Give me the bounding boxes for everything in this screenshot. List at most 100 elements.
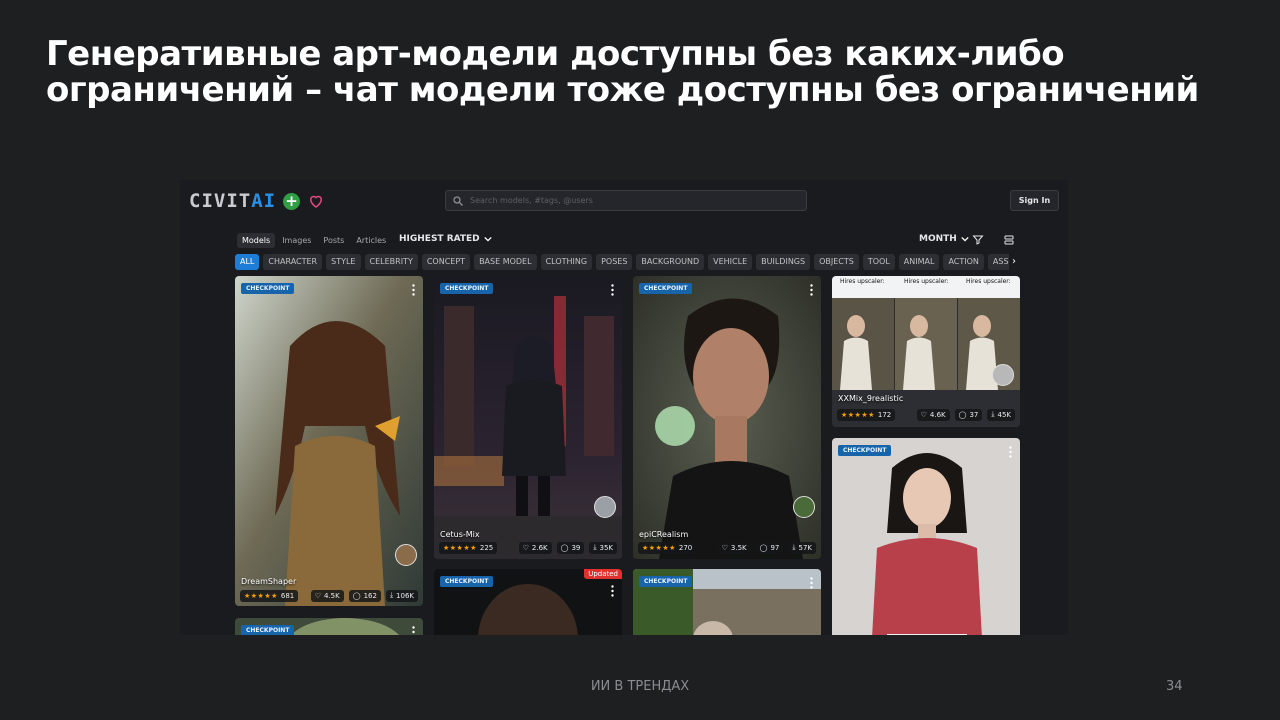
heart-icon: ♡ bbox=[314, 591, 321, 600]
layout-icon[interactable] bbox=[1003, 234, 1015, 246]
creator-avatar[interactable] bbox=[992, 364, 1014, 386]
card-stats: ★★★★★ 681 ♡ 4.5K ◯ 162 ⤓ 106K bbox=[240, 589, 418, 602]
type-badge: CHECKPOINT bbox=[440, 283, 494, 294]
likes: ♡ 2.6K bbox=[518, 541, 552, 554]
category-base-model[interactable]: BASE MODEL bbox=[474, 254, 537, 270]
tab-articles[interactable]: Articles bbox=[351, 233, 391, 248]
downloads: ⤓ 106K bbox=[385, 589, 418, 602]
counts: ♡ 4.6K ◯ 37 ⤓ 45K bbox=[916, 408, 1015, 421]
category-buildings[interactable]: BUILDINGS bbox=[756, 254, 811, 270]
filter-icon[interactable] bbox=[972, 234, 984, 246]
heart-icon: ♡ bbox=[721, 543, 728, 552]
chevron-right-icon[interactable]: › bbox=[1009, 254, 1019, 270]
model-card[interactable]: CHECKPOINT Cetus-Mix ★★★★★ 225 ♡ 2.6K ◯ 39 … bbox=[434, 276, 622, 559]
model-name[interactable]: DreamShaper bbox=[241, 577, 296, 586]
category-action[interactable]: ACTION bbox=[943, 254, 984, 270]
comments: ◯ 162 bbox=[348, 589, 381, 602]
sort-dropdown[interactable]: HIGHEST RATED bbox=[399, 234, 492, 244]
model-card[interactable]: CHECKPOINT bbox=[633, 569, 821, 635]
plus-icon[interactable]: + bbox=[283, 192, 301, 210]
category-style[interactable]: STYLE bbox=[326, 254, 361, 270]
category-poses[interactable]: POSES bbox=[596, 254, 633, 270]
category-tool[interactable]: TOOL bbox=[862, 254, 895, 270]
card-stats: ★★★★★ 270 ♡ 3.5K ◯ 97 ⤓ 57K bbox=[638, 541, 816, 554]
comments: ◯ 97 bbox=[755, 541, 784, 554]
more-menu-icon[interactable] bbox=[810, 284, 813, 296]
slide-title: Генеративные арт-модели доступны без как… bbox=[46, 36, 1246, 108]
card-image bbox=[832, 276, 1020, 427]
star-icons: ★★★★★ bbox=[443, 543, 477, 552]
more-menu-icon[interactable] bbox=[611, 284, 614, 296]
comment-icon: ◯ bbox=[958, 410, 967, 419]
category-concept[interactable]: CONCEPT bbox=[421, 254, 471, 270]
model-card[interactable]: CHECKPOINT bbox=[832, 438, 1020, 635]
search-icon bbox=[453, 195, 463, 206]
chevron-down-icon bbox=[961, 236, 969, 242]
counts: ♡ 3.5K ◯ 97 ⤓ 57K bbox=[717, 541, 816, 554]
download-icon: ⤓ bbox=[792, 543, 796, 551]
category-background[interactable]: BACKGROUND bbox=[636, 254, 705, 270]
heart-icon: ♡ bbox=[522, 543, 529, 552]
creator-avatar[interactable] bbox=[793, 496, 815, 518]
model-name[interactable]: Cetus-Mix bbox=[440, 530, 480, 539]
creator-avatar[interactable] bbox=[395, 544, 417, 566]
category-animal[interactable]: ANIMAL bbox=[898, 254, 940, 270]
category-clothing[interactable]: CLOTHING bbox=[540, 254, 593, 270]
card-image bbox=[434, 276, 622, 559]
category-objects[interactable]: OBJECTS bbox=[814, 254, 859, 270]
model-card[interactable]: CHECKPOINT epiCRealism ★★★★★ 270 ♡ 3.5K ◯ 9… bbox=[633, 276, 821, 559]
downloads: ⤓ 45K bbox=[987, 408, 1015, 421]
more-menu-icon[interactable] bbox=[810, 577, 813, 589]
category-vehicle[interactable]: VEHICLE bbox=[708, 254, 753, 270]
downloads: ⤓ 57K bbox=[788, 541, 816, 554]
card-stats: ★★★★★ 172 ♡ 4.6K ◯ 37 ⤓ 45K bbox=[837, 408, 1015, 421]
comments: ◯ 37 bbox=[954, 408, 983, 421]
search-placeholder: Search models, #tags, @users bbox=[470, 196, 593, 205]
card-image bbox=[832, 438, 1020, 635]
upscaler-label: Hires upscaler: bbox=[966, 278, 1011, 285]
slide-title-line1: Генеративные арт-модели доступны без как… bbox=[46, 34, 1065, 74]
slide-page-number: 34 bbox=[1166, 679, 1183, 694]
category-all[interactable]: ALL bbox=[235, 254, 260, 270]
model-card[interactable]: Hires upscaler: Hires upscaler: Hires up… bbox=[832, 276, 1020, 427]
rating: ★★★★★ 270 bbox=[638, 541, 697, 554]
more-menu-icon[interactable] bbox=[412, 284, 415, 296]
model-card[interactable]: CHECKPOINT Updated bbox=[434, 569, 622, 635]
category-character[interactable]: CHARACTER bbox=[263, 254, 323, 270]
heart-icon[interactable] bbox=[307, 192, 325, 210]
type-badge: CHECKPOINT bbox=[639, 283, 693, 294]
rating: ★★★★★ 225 bbox=[439, 541, 498, 554]
more-menu-icon[interactable] bbox=[412, 626, 415, 635]
period-dropdown[interactable]: MONTH bbox=[919, 234, 969, 244]
model-name[interactable]: epiCRealism bbox=[639, 530, 688, 539]
model-name[interactable]: XXMix_9realistic bbox=[838, 394, 903, 403]
comment-icon: ◯ bbox=[352, 591, 361, 600]
creator-avatar[interactable] bbox=[594, 496, 616, 518]
likes: ♡ 3.5K bbox=[717, 541, 751, 554]
tab-models[interactable]: Models bbox=[237, 233, 276, 248]
upscaler-label: Hires upscaler: bbox=[840, 278, 885, 285]
comments: ◯ 39 bbox=[556, 541, 585, 554]
star-icons: ★★★★★ bbox=[841, 410, 875, 419]
type-badge: CHECKPOINT bbox=[639, 576, 693, 587]
card-image bbox=[633, 276, 821, 559]
upscaler-label: Hires upscaler: bbox=[904, 278, 949, 285]
search-input[interactable]: Search models, #tags, @users bbox=[445, 190, 807, 211]
more-menu-icon[interactable] bbox=[1009, 446, 1012, 458]
tab-posts[interactable]: Posts bbox=[318, 233, 349, 248]
model-card[interactable]: CHECKPOINT bbox=[235, 618, 423, 635]
star-icons: ★★★★★ bbox=[244, 591, 278, 600]
category-celebrity[interactable]: CELEBRITY bbox=[364, 254, 418, 270]
model-card[interactable]: CHECKPOINT DreamShaper ★★★★★ 681 ♡ 4.5K ◯ 1… bbox=[235, 276, 423, 606]
slide-title-line2: ограничений – чат модели тоже доступны б… bbox=[46, 70, 1199, 110]
civitai-logo[interactable]: CIVITAI + bbox=[189, 190, 325, 212]
counts: ♡ 2.6K ◯ 39 ⤓ 35K bbox=[518, 541, 617, 554]
likes: ♡ 4.6K bbox=[916, 408, 950, 421]
type-badge: CHECKPOINT bbox=[440, 576, 494, 587]
chevron-down-icon bbox=[484, 236, 492, 242]
more-menu-icon[interactable] bbox=[611, 585, 614, 597]
tab-images[interactable]: Images bbox=[277, 233, 316, 248]
sign-in-button[interactable]: Sign In bbox=[1010, 190, 1059, 211]
downloads: ⤓ 35K bbox=[589, 541, 617, 554]
type-badge: CHECKPOINT bbox=[241, 283, 295, 294]
